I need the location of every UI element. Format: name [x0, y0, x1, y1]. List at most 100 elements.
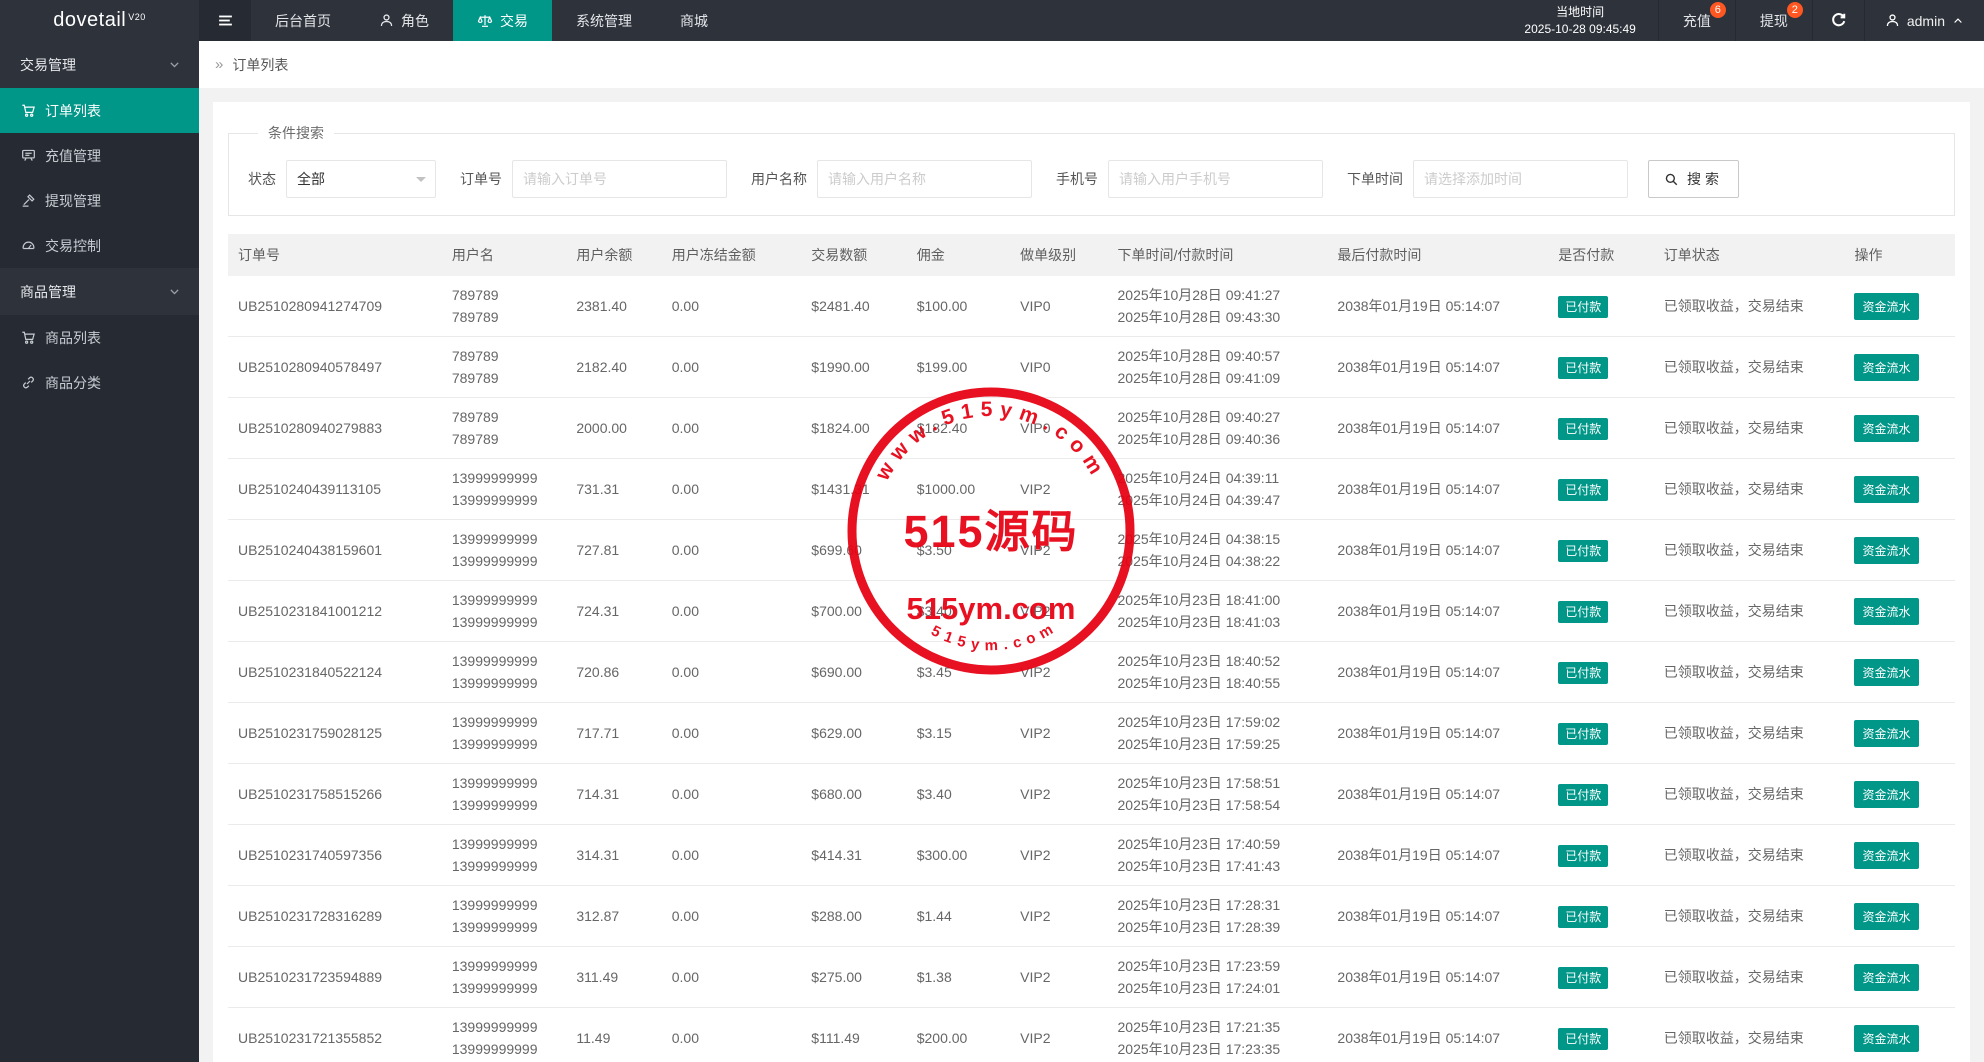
fund-flow-button[interactable]: 资金流水	[1854, 1025, 1918, 1052]
fund-flow-button[interactable]: 资金流水	[1854, 720, 1918, 747]
commission-cell: $3.50	[907, 520, 1010, 581]
order-no-input[interactable]	[512, 160, 727, 198]
refresh-button[interactable]	[1812, 0, 1864, 41]
paid-cell: 已付款	[1548, 459, 1653, 520]
table-row: UB25102317213558521399999999913999999999…	[228, 1008, 1955, 1062]
level-cell: VIP2	[1010, 1008, 1107, 1062]
sidebar-item[interactable]: 商品列表	[0, 315, 199, 360]
top-nav-item[interactable]: 角色	[355, 0, 453, 41]
balance-cell: 720.86	[566, 642, 661, 703]
order-no-cell: UB2510231728316289	[228, 886, 442, 947]
sidebar-item[interactable]: 订单列表	[0, 88, 199, 133]
user-name-input[interactable]	[817, 160, 1032, 198]
frozen-amount-cell: 0.00	[662, 459, 802, 520]
commission-cell: $3.15	[907, 703, 1010, 764]
paid-badge: 已付款	[1558, 967, 1608, 989]
withdraw-shortcut[interactable]: 提现 2	[1735, 0, 1812, 41]
fund-flow-button[interactable]: 资金流水	[1854, 781, 1918, 808]
order-status-cell: 已领取收益，交易结束	[1654, 398, 1845, 459]
sidebar-group-header[interactable]: 交易管理	[0, 41, 199, 88]
last-pay-time-cell: 2038年01月19日 05:14:07	[1327, 703, 1548, 764]
fund-flow-button[interactable]: 资金流水	[1854, 903, 1918, 930]
level-cell: VIP2	[1010, 581, 1107, 642]
order-pay-time-cell: 2025年10月23日 17:40:592025年10月23日 17:41:43	[1108, 825, 1328, 886]
order-status-cell: 已领取收益，交易结束	[1654, 520, 1845, 581]
column-header: 佣金	[907, 234, 1010, 276]
top-nav-item[interactable]: 商城	[656, 0, 732, 41]
level-cell: VIP2	[1010, 825, 1107, 886]
status-select[interactable]: 全部	[286, 160, 436, 198]
top-nav-item[interactable]: 系统管理	[552, 0, 656, 41]
commission-cell: $182.40	[907, 398, 1010, 459]
username-cell: 1399999999913999999999	[442, 520, 567, 581]
order-status-cell: 已领取收益，交易结束	[1654, 337, 1845, 398]
table-row: UB25102317283162891399999999913999999999…	[228, 886, 1955, 947]
action-cell: 资金流水	[1844, 764, 1955, 825]
fund-flow-button[interactable]: 资金流水	[1854, 415, 1918, 442]
order-pay-time-cell: 2025年10月24日 04:39:112025年10月24日 04:39:47	[1108, 459, 1328, 520]
last-pay-time-cell: 2038年01月19日 05:14:07	[1327, 337, 1548, 398]
fund-flow-button[interactable]: 资金流水	[1854, 537, 1918, 564]
action-cell: 资金流水	[1844, 520, 1955, 581]
trade-amount-cell: $680.00	[801, 764, 906, 825]
phone-input[interactable]	[1108, 160, 1323, 198]
scales-icon	[477, 13, 493, 29]
fund-flow-button[interactable]: 资金流水	[1854, 598, 1918, 625]
fund-flow-button[interactable]: 资金流水	[1854, 964, 1918, 991]
balance-cell: 314.31	[566, 825, 661, 886]
order-pay-time-cell: 2025年10月23日 17:58:512025年10月23日 17:58:54	[1108, 764, 1328, 825]
sidebar-item[interactable]: 商品分类	[0, 360, 199, 405]
trade-amount-cell: $288.00	[801, 886, 906, 947]
table-row: UB25102317405973561399999999913999999999…	[228, 825, 1955, 886]
order-pay-time-cell: 2025年10月28日 09:40:272025年10月28日 09:40:36	[1108, 398, 1328, 459]
sidebar-group-header[interactable]: 商品管理	[0, 268, 199, 315]
search-button[interactable]: 搜索	[1648, 160, 1739, 198]
action-cell: 资金流水	[1844, 642, 1955, 703]
paid-badge: 已付款	[1558, 723, 1608, 745]
paid-badge: 已付款	[1558, 906, 1608, 928]
topbar-right: 当地时间 2025-10-28 09:45:49 充值 6 提现 2 admin	[1502, 0, 1984, 41]
app-logo-text: dovetail	[53, 9, 126, 32]
top-nav-item[interactable]: 后台首页	[251, 0, 355, 41]
sidebar-item[interactable]: 充值管理	[0, 133, 199, 178]
sidebar: 交易管理订单列表充值管理提现管理交易控制商品管理商品列表商品分类	[0, 41, 199, 1062]
fund-flow-button[interactable]: 资金流水	[1854, 659, 1918, 686]
frozen-amount-cell: 0.00	[662, 398, 802, 459]
commission-cell: $300.00	[907, 825, 1010, 886]
balance-cell: 2000.00	[566, 398, 661, 459]
order-pay-time-cell: 2025年10月23日 17:23:592025年10月23日 17:24:01	[1108, 947, 1328, 1008]
trade-amount-cell: $690.00	[801, 642, 906, 703]
column-header: 用户余额	[566, 234, 661, 276]
column-header: 最后付款时间	[1327, 234, 1548, 276]
sidebar-item-label: 提现管理	[45, 191, 101, 211]
sidebar-item-label: 商品列表	[45, 328, 101, 348]
fund-flow-button[interactable]: 资金流水	[1854, 476, 1918, 503]
paid-badge: 已付款	[1558, 479, 1608, 501]
sidebar-item[interactable]: 交易控制	[0, 223, 199, 268]
top-nav-item[interactable]: 交易	[453, 0, 552, 41]
order-no-cell: UB2510280940578497	[228, 337, 442, 398]
order-status-cell: 已领取收益，交易结束	[1654, 764, 1845, 825]
menu-toggle-button[interactable]	[199, 0, 251, 41]
action-cell: 资金流水	[1844, 703, 1955, 764]
column-header: 用户冻结金额	[662, 234, 802, 276]
user-menu[interactable]: admin	[1864, 0, 1984, 41]
recharge-shortcut[interactable]: 充值 6	[1658, 0, 1735, 41]
username-cell: 1399999999913999999999	[442, 642, 567, 703]
order-no-cell: UB2510231721355852	[228, 1008, 442, 1062]
username-cell: 1399999999913999999999	[442, 947, 567, 1008]
paid-badge: 已付款	[1558, 784, 1608, 806]
paid-cell: 已付款	[1548, 947, 1653, 1008]
order-pay-time-cell: 2025年10月24日 04:38:152025年10月24日 04:38:22	[1108, 520, 1328, 581]
fund-flow-button[interactable]: 资金流水	[1854, 293, 1918, 320]
chevron-down-icon	[168, 58, 181, 71]
frozen-amount-cell: 0.00	[662, 642, 802, 703]
sidebar-item[interactable]: 提现管理	[0, 178, 199, 223]
hamburger-icon	[217, 12, 234, 29]
trade-amount-cell: $1824.00	[801, 398, 906, 459]
fund-flow-button[interactable]: 资金流水	[1854, 354, 1918, 381]
commission-cell: $3.40	[907, 581, 1010, 642]
order-time-input[interactable]	[1413, 160, 1628, 198]
fund-flow-button[interactable]: 资金流水	[1854, 842, 1918, 869]
sidebar-item-label: 商品分类	[45, 373, 101, 393]
